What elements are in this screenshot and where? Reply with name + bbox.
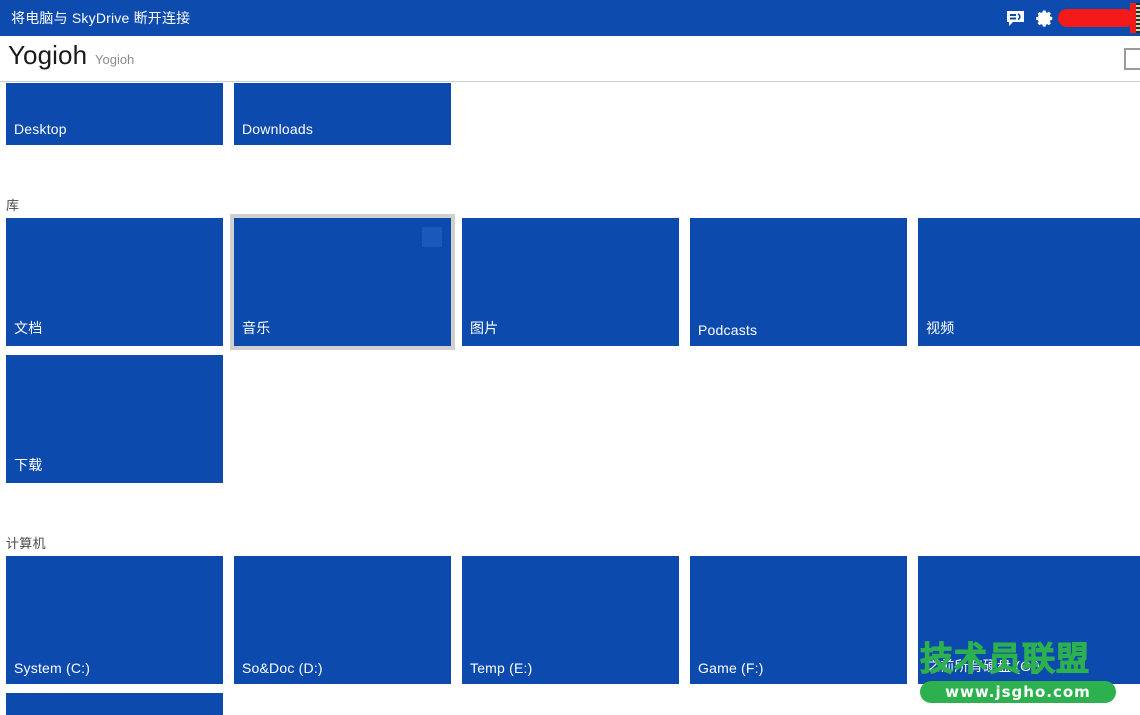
tile-label: So&Doc (D:) <box>242 660 323 676</box>
page-header: Yogioh Yogioh <box>0 36 1140 82</box>
page-title: Yogioh <box>8 40 88 70</box>
tile-computer[interactable]: System (C:) <box>6 556 223 684</box>
tile-computer[interactable]: Temp (E:) <box>462 556 679 684</box>
tile-computer[interactable]: So&Doc (D:) <box>234 556 451 684</box>
title-bar-tools <box>1000 0 1140 36</box>
tile-label: 文档 <box>14 320 43 336</box>
tile-label: Downloads <box>242 121 314 137</box>
select-all-checkbox[interactable] <box>1124 48 1140 70</box>
tile-label: 图片 <box>470 320 499 336</box>
redaction-mark-edge <box>1130 3 1140 33</box>
tile-quick-access[interactable]: Downloads <box>234 83 451 145</box>
tile-label: System (C:) <box>14 660 91 676</box>
section-label-computer: 计算机 <box>6 536 46 551</box>
section-label-library: 库 <box>6 198 20 213</box>
tile-label: Game (F:) <box>698 660 764 676</box>
tile-label: Temp (E:) <box>470 660 533 676</box>
tile-library[interactable]: 视频 <box>918 218 1140 346</box>
tile-label: 之前所有硬盘 (G:) <box>926 658 1041 674</box>
tile-library[interactable]: Podcasts <box>690 218 907 346</box>
tile-computer[interactable]: 之前所有硬盘 (G:) <box>918 556 1140 684</box>
message-bubble-icon[interactable] <box>1000 0 1030 36</box>
tile-label: 音乐 <box>242 320 271 336</box>
tile-computer[interactable]: Game (F:) <box>690 556 907 684</box>
tile-label: 下载 <box>14 457 43 473</box>
gear-icon[interactable] <box>1030 0 1060 36</box>
title-bar: 将电脑与 SkyDrive 断开连接 <box>0 0 1140 36</box>
tile-library[interactable]: 音乐 <box>230 214 455 350</box>
tile-library[interactable]: 图片 <box>462 218 679 346</box>
tile-label: Desktop <box>14 121 67 137</box>
breadcrumb: Yogioh <box>95 52 135 67</box>
redaction-mark <box>1058 9 1134 27</box>
tile-library[interactable]: 文档 <box>6 218 223 346</box>
tile-quick-access[interactable]: Desktop <box>6 83 223 145</box>
tile-label: 视频 <box>926 320 955 336</box>
tile-surface[interactable]: Desktop Downloads 库文档 音乐 图片 Podcasts 视频下载计算机 Sy… <box>0 83 1140 715</box>
tile-label: Podcasts <box>698 322 758 338</box>
tile-library[interactable]: 下载 <box>6 355 223 483</box>
title-bar-label: 将电脑与 SkyDrive 断开连接 <box>11 10 191 26</box>
tile-checkbox[interactable] <box>422 227 442 247</box>
tile-computer-partial[interactable] <box>6 693 223 715</box>
